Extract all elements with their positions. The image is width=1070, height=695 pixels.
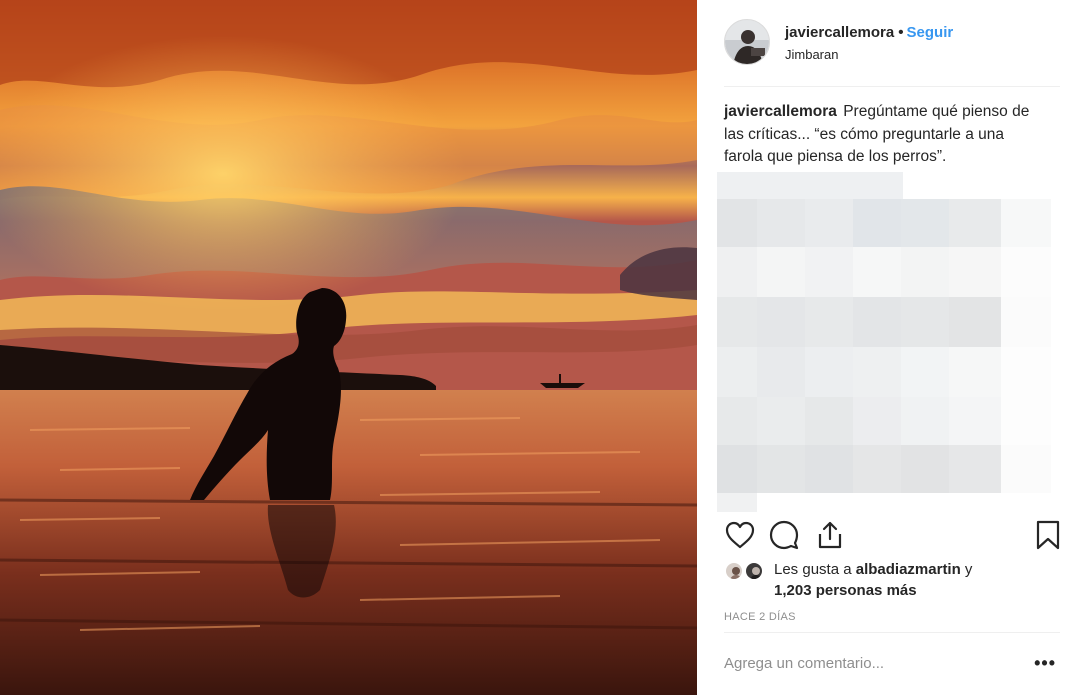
post-actions-bar: [724, 518, 1064, 554]
more-options-icon[interactable]: •••: [1034, 654, 1056, 672]
bookmark-icon[interactable]: [1032, 518, 1064, 552]
separator-dot: •: [898, 24, 904, 41]
comment-input[interactable]: [724, 655, 1004, 672]
likes-line-1: Les gusta a albadiazmartin y: [774, 561, 972, 578]
liker-avatar-1[interactable]: [724, 561, 744, 581]
likes-suffix: y: [960, 561, 973, 578]
post-photo[interactable]: [0, 0, 697, 695]
liker-avatar-2[interactable]: [744, 561, 764, 581]
comment-icon[interactable]: [768, 518, 800, 552]
likes-summary: Les gusta a albadiazmartin y 1,203 perso…: [724, 560, 1054, 604]
likes-count[interactable]: 1,203 personas más: [774, 582, 917, 599]
sunset-beach-image: [0, 0, 697, 695]
post-caption: javiercallemora Pregúntame qué pienso de…: [724, 101, 1044, 169]
post-header: javiercallemora • Seguir Jimbaran: [724, 17, 1060, 87]
likes-count-link[interactable]: 1,203 personas más: [774, 582, 917, 599]
share-icon[interactable]: [814, 518, 846, 552]
post-side-panel: javiercallemora • Seguir Jimbaran javierca…: [697, 0, 1070, 695]
post-timestamp[interactable]: HACE 2 DÍAS: [724, 611, 796, 623]
caption-username[interactable]: javiercallemora: [724, 103, 837, 120]
liker-username[interactable]: albadiazmartin: [856, 561, 961, 578]
post-location[interactable]: Jimbaran: [785, 47, 838, 62]
follow-button[interactable]: Seguir: [907, 24, 954, 41]
pixelated-comments-area: [717, 172, 1051, 512]
author-username[interactable]: javiercallemora: [785, 24, 894, 41]
likes-prefix: Les gusta a: [774, 561, 856, 578]
add-comment-section: •••: [724, 632, 1060, 695]
author-avatar[interactable]: [724, 19, 770, 65]
heart-icon[interactable]: [724, 518, 756, 552]
